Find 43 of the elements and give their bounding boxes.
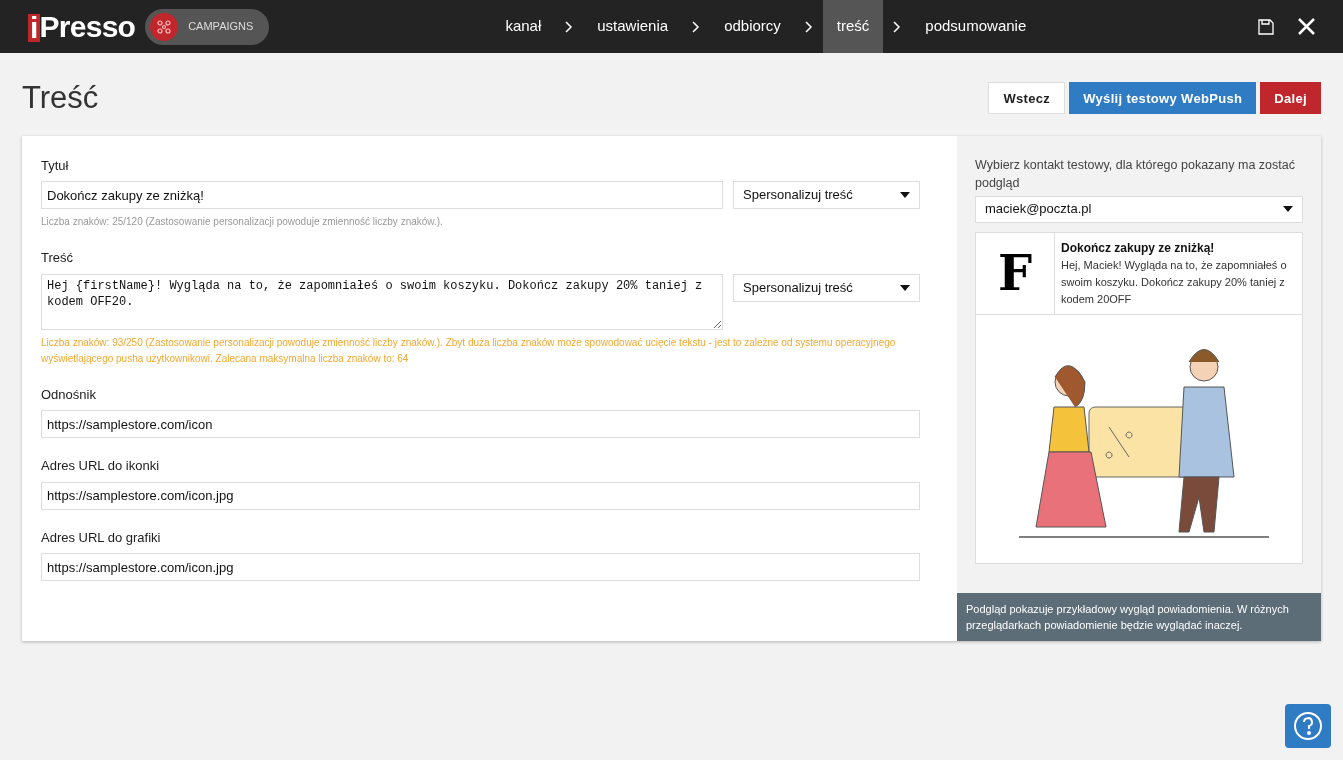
chevron-right-icon (804, 20, 813, 33)
wizard-step[interactable]: odbiorcy (710, 0, 795, 53)
wizard-step[interactable]: ustawienia (583, 0, 683, 53)
preview-label: Wybierz kontakt testowy, dla którego pokazany ma zostać podgląd (975, 156, 1296, 192)
wizard-step[interactable]: kanał (491, 0, 556, 53)
help-icon (1293, 711, 1323, 741)
chevron-right-icon (893, 20, 902, 33)
chevron-right-icon (565, 20, 574, 33)
dropdown-caret-icon (900, 284, 910, 291)
text-input[interactable]: https://samplestore.com/icon.jpg (41, 481, 920, 510)
action-button[interactable]: Wstecz (988, 82, 1066, 115)
action-button[interactable]: Dalej (1260, 82, 1321, 115)
chevron-right-icon (692, 20, 701, 33)
text-input[interactable]: Dokończ zakupy ze zniżką! (41, 181, 723, 209)
field-label: Tytuł (41, 156, 70, 175)
text-input[interactable]: https://samplestore.com/icon (41, 410, 920, 438)
save-icon[interactable] (1258, 18, 1274, 35)
notification-icon: F (997, 249, 1033, 297)
notification-title: Dokończ zakupy ze zniżką! (1061, 239, 1216, 257)
page-title: Treść (22, 79, 99, 117)
contact-select[interactable]: maciek@poczta.pl (975, 195, 1303, 223)
notification-body: Hej, Maciek! Wygląda na to, że zapomniałeś o swoim koszyku. Dokończ zakupy 20% taniej z kodem 20OFF (1061, 257, 1288, 307)
dropdown-caret-icon (1283, 206, 1293, 212)
campaigns-icon (150, 12, 179, 41)
character-count-hint: Liczba znaków: 93/250 (Zastosowanie personalizacji powoduje zmienność liczby znaków.). Zbyt duża liczba znaków może spowodować ucięcie tekstu - jest to zależne od systemu operacyjnego wyświetlającego pusha użytkownikowi. Zalecana maksymalna liczba znaków to: 64 (41, 335, 897, 366)
module-pill[interactable]: CAMPAIGNS (145, 8, 270, 45)
field-label: Odnośnik (41, 385, 97, 404)
field-label: Adres URL do grafiki (41, 528, 162, 547)
help-button[interactable] (1285, 704, 1331, 748)
action-button[interactable]: Wyślij testowy WebPush (1069, 82, 1257, 115)
field-label: Treść (41, 249, 75, 267)
personalize-select[interactable]: Spersonalizuj treść (733, 181, 920, 209)
logo: iPresso (28, 11, 136, 42)
wizard-step[interactable]: treść (822, 0, 884, 53)
preview-note: Podgląd pokazuje przykładowy wygląd powiadomienia. W różnych przeglądarkach powiadomienie będzie wyglądać inaczej. (957, 592, 1321, 641)
personalize-select[interactable]: Spersonalizuj treść (733, 273, 920, 302)
field-label: Adres URL do ikonki (41, 457, 160, 475)
dropdown-caret-icon (900, 192, 910, 198)
character-count-hint: Liczba znaków: 25/120 (Zastosowanie personalizacji powoduje zmienność liczby znaków.). (41, 215, 444, 229)
close-icon[interactable] (1298, 18, 1315, 35)
text-input[interactable]: https://samplestore.com/icon.jpg (41, 553, 920, 581)
content-textarea[interactable]: Hej {firstName}! Wygląda na to, że zapomniałeś o swoim koszyku. Dokończ zakupy 20% taniej z kodem OFF20. (41, 273, 723, 330)
wizard-step[interactable]: podsumowanie (911, 0, 1041, 53)
